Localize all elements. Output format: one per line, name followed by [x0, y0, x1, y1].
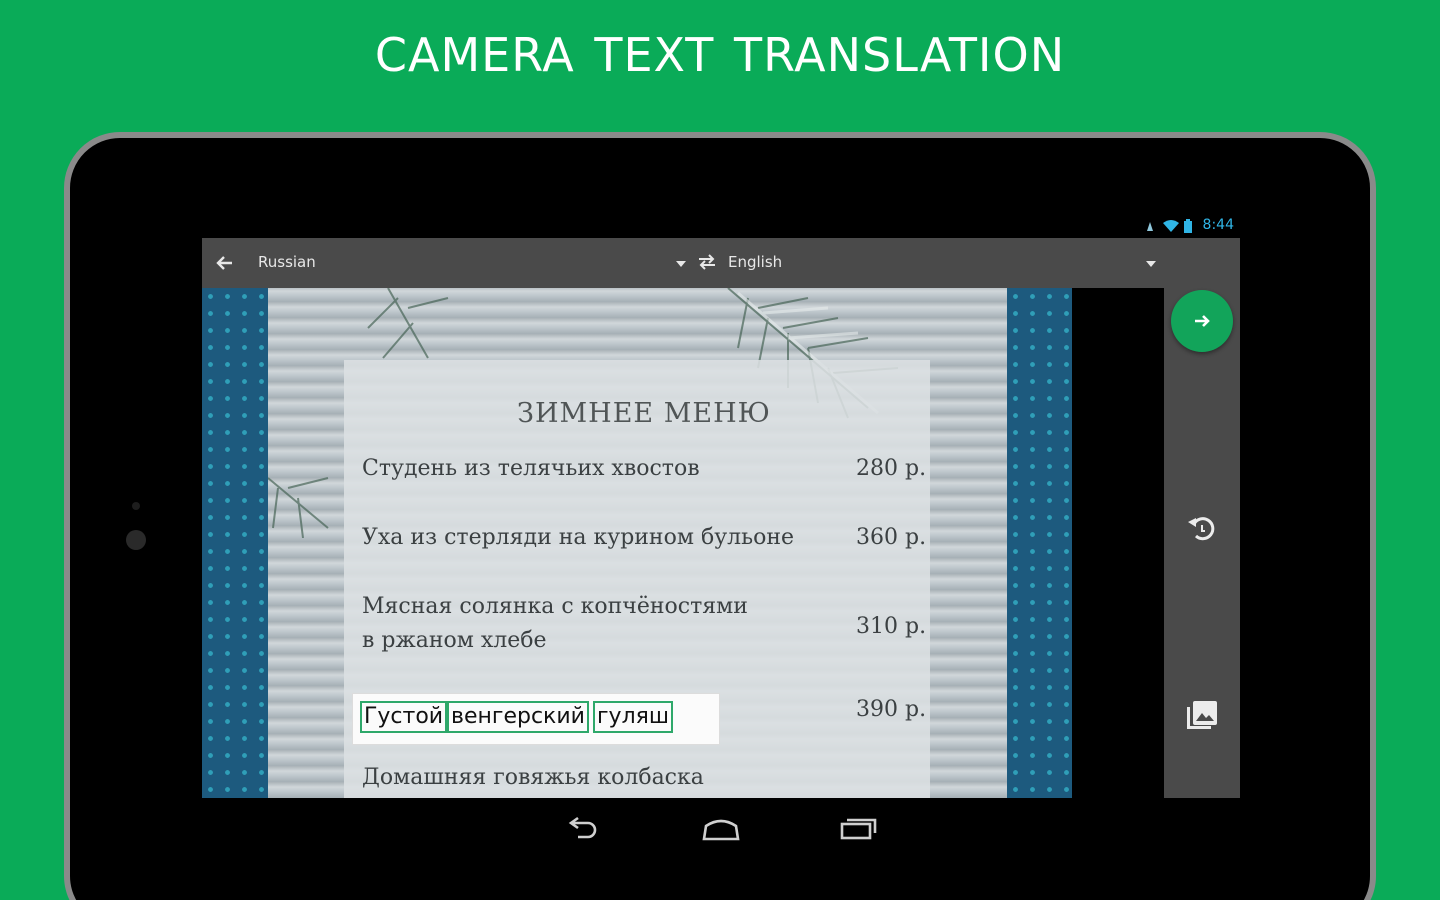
status-time: 8:44 — [1202, 217, 1234, 233]
dotted-border-left — [202, 288, 268, 798]
rotate-icon[interactable] — [1184, 510, 1220, 546]
alarm-icon — [1143, 218, 1157, 232]
language-toolbar: Russian English — [202, 238, 1240, 288]
target-language-select[interactable]: English — [728, 253, 782, 271]
recents-icon[interactable] — [838, 814, 880, 844]
menu-item-price: 360 р. — [856, 525, 927, 550]
tablet-sensor — [132, 502, 140, 510]
recognized-word[interactable]: венгерский — [447, 701, 589, 733]
menu-item-name: Уха из стерляди на курином бульоне — [362, 525, 795, 550]
menu-item-name: Мясная солянка с копчёностями — [362, 594, 748, 619]
back-arrow-icon[interactable] — [212, 250, 238, 276]
dropdown-arrow-icon[interactable] — [1144, 256, 1158, 270]
dropdown-arrow-icon[interactable] — [674, 256, 688, 270]
app-screen: 8:44 Russian English ЗИМНЕЕ МЕНЮ Студень… — [202, 212, 1240, 798]
menu-title: ЗИМНЕЕ МЕНЮ — [517, 398, 771, 429]
tablet-camera — [126, 530, 146, 550]
battery-icon — [1183, 218, 1197, 233]
menu-item-price: 280 р. — [856, 456, 927, 481]
menu-item-price: 390 р. — [856, 697, 927, 722]
dotted-border-right — [1007, 288, 1072, 798]
menu-item-name: Студень из телячьих хвостов — [362, 456, 700, 481]
recognized-word[interactable]: Густой — [360, 701, 448, 733]
menu-item-name-continued: в ржаном хлебе — [362, 628, 547, 653]
wifi-icon — [1162, 218, 1179, 232]
menu-item-price: 310 р. — [856, 614, 927, 639]
camera-preview[interactable]: ЗИМНЕЕ МЕНЮ Студень из телячьих хвостов … — [202, 288, 1072, 798]
gallery-icon[interactable] — [1184, 696, 1220, 732]
recognized-word[interactable]: гуляш — [593, 701, 674, 733]
status-bar: 8:44 — [202, 212, 1240, 238]
translate-button[interactable] — [1171, 290, 1233, 352]
home-icon[interactable] — [700, 814, 742, 844]
source-language-select[interactable]: Russian — [258, 253, 316, 271]
system-nav-bar — [202, 800, 1240, 858]
camera-controls-panel — [1164, 288, 1240, 798]
swap-languages-icon[interactable] — [696, 251, 718, 273]
translate-arrow-icon — [1195, 315, 1210, 327]
promo-headline: CAMERA TEXT TRANSLATION — [374, 28, 1066, 82]
menu-item-name: Домашняя говяжья колбаска — [362, 765, 704, 790]
back-icon[interactable] — [562, 814, 602, 844]
recognized-text-box[interactable]: Густой венгерский гуляш — [352, 693, 720, 745]
